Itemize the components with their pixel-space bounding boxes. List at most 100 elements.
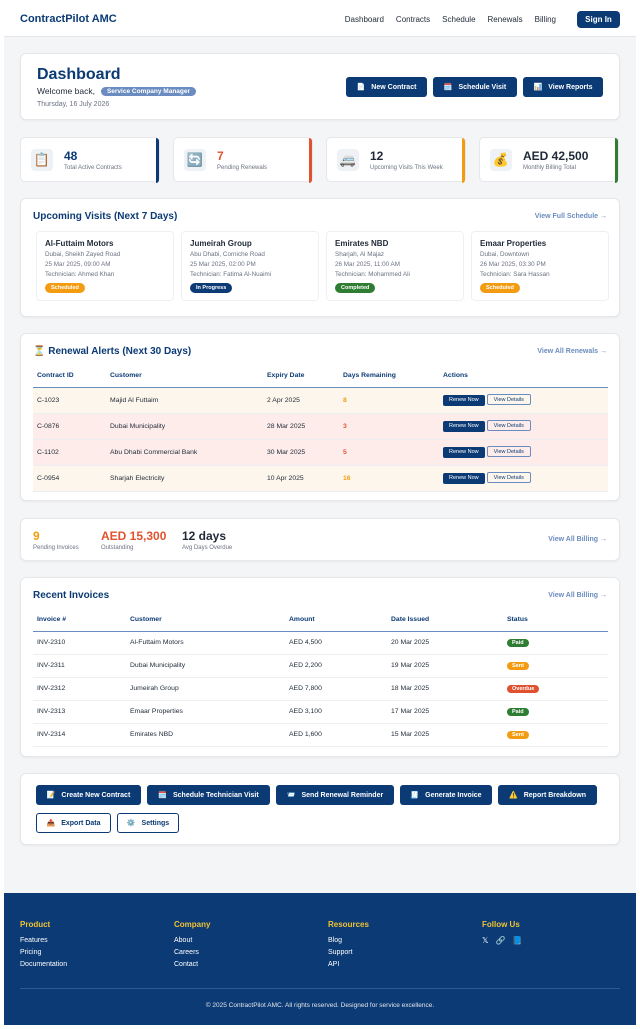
invoice-row[interactable]: INV-2313 Emaar Properties AED 3,100 17 Mar … xyxy=(33,700,608,724)
renew-now-button[interactable]: Renew Now xyxy=(443,473,485,484)
invoice-id: INV-2310 xyxy=(33,631,126,655)
visit-card[interactable]: Jumeirah Group Abu Dhabi, Corniche Road … xyxy=(181,231,319,301)
visit-status-badge: Scheduled xyxy=(45,283,85,293)
visit-time: 25 Mar 2025, 02:00 PM xyxy=(190,261,256,268)
renew-now-button[interactable]: Renew Now xyxy=(443,421,485,432)
footer-link-pricing[interactable]: Pricing xyxy=(20,947,67,959)
date-issued: 18 Mar 2025 xyxy=(387,677,503,701)
footer-link-careers[interactable]: Careers xyxy=(174,947,210,959)
footer-column-product: Product Features Pricing Documentation xyxy=(20,920,67,971)
schedule-visit-label: Schedule Visit xyxy=(458,83,507,91)
schedule-visit-button[interactable]: 🗓️ Schedule Visit xyxy=(433,77,517,97)
status-cell: Paid xyxy=(503,631,608,655)
header-actions: 📄 New Contract 🗓️ Schedule Visit 📊 View … xyxy=(346,77,603,97)
footer-link-contact[interactable]: Contact xyxy=(174,959,210,971)
new-contract-button[interactable]: 📄 New Contract xyxy=(346,77,427,97)
column-header: Actions xyxy=(439,365,608,388)
nav-link-renewals[interactable]: Renewals xyxy=(488,15,523,24)
visit-card[interactable]: Al-Futtaim Motors Dubai, Sheikh Zayed Ro… xyxy=(36,231,174,301)
invoice-row[interactable]: INV-2310 Al-Futtaim Motors AED 4,500 20 Mar… xyxy=(33,631,608,655)
footer-link-documentation[interactable]: Documentation xyxy=(20,959,67,971)
nav-link-billing[interactable]: Billing xyxy=(535,15,556,24)
current-date: Thursday, 16 July 2026 xyxy=(37,101,110,108)
status-cell: Sent xyxy=(503,723,608,747)
stat-accent-bar xyxy=(462,138,465,183)
visit-card[interactable]: Emirates NBD Sharjah, Al Majaz 26 Mar 20… xyxy=(326,231,464,301)
view-all-renewals-link[interactable]: View All Renewals → xyxy=(537,348,607,355)
view-details-button[interactable]: View Details xyxy=(486,472,531,483)
view-details-button[interactable]: View Details xyxy=(486,446,531,457)
row-actions: Renew Now View Details xyxy=(439,413,608,440)
quick-action-label: Export Data xyxy=(61,819,101,827)
footer-link-features[interactable]: Features xyxy=(20,935,67,947)
invoice-row[interactable]: INV-2314 Emirates NBD AED 1,600 15 Mar 2025… xyxy=(33,723,608,747)
quick-action-label: Schedule Technician Visit xyxy=(173,791,259,799)
facebook-icon[interactable]: 📘 xyxy=(512,935,522,947)
view-all-billing-link[interactable]: View All Billing → xyxy=(548,536,607,543)
footer-column-resources: Resources Blog Support API xyxy=(328,920,369,971)
column-header: Amount xyxy=(285,609,387,632)
renew-now-button[interactable]: Renew Now xyxy=(443,395,485,406)
export-data-button[interactable]: 📤 Export Data xyxy=(36,813,111,833)
stat-value: 7 xyxy=(217,149,224,163)
footer-link-api[interactable]: API xyxy=(328,959,369,971)
visit-location: Sharjah, Al Majaz xyxy=(335,251,385,258)
visit-time: 25 Mar 2025, 09:00 AM xyxy=(45,261,111,268)
x-twitter-icon[interactable]: 𝕏 xyxy=(482,935,488,947)
renew-now-button[interactable]: Renew Now xyxy=(443,447,485,458)
status-badge: Sent xyxy=(507,730,529,739)
invoice-amount: AED 1,600 xyxy=(285,723,387,747)
invoice-row[interactable]: INV-2312 Jumeirah Group AED 7,800 18 Mar 20… xyxy=(33,677,608,701)
view-details-button[interactable]: View Details xyxy=(486,394,531,405)
contract-id: C-1023 xyxy=(33,387,106,414)
footer-column-follow-us: Follow Us 𝕏 🔗 📘 xyxy=(482,920,522,947)
nav-link-contracts[interactable]: Contracts xyxy=(396,15,430,24)
footer-link-blog[interactable]: Blog xyxy=(328,935,369,947)
view-all-billing-link[interactable]: View All Billing → xyxy=(548,592,607,599)
expiry-date: 28 Mar 2025 xyxy=(263,413,339,440)
role-badge: Service Company Manager xyxy=(100,86,197,96)
visit-technician: Technician: Sara Hassan xyxy=(480,271,550,278)
table-header-row: Contract ID Customer Expiry Date Days Re… xyxy=(33,365,608,388)
date-issued: 17 Mar 2025 xyxy=(387,700,503,724)
renewal-row: C-1023 Majid Al Futtaim 2 Apr 2025 8 Renew N… xyxy=(33,387,608,414)
visit-card[interactable]: Emaar Properties Dubai, Downtown 26 Mar … xyxy=(471,231,609,301)
footer-link-about[interactable]: About xyxy=(174,935,210,947)
nav-link-dashboard[interactable]: Dashboard xyxy=(345,15,384,24)
receipt-icon: 🧾 xyxy=(410,792,420,799)
sign-in-button[interactable]: Sign In xyxy=(577,11,620,28)
create-new-contract-button[interactable]: 📝 Create New Contract xyxy=(36,785,141,805)
column-header: Status xyxy=(503,609,608,632)
view-details-button[interactable]: View Details xyxy=(486,420,531,431)
schedule-technician-visit-button[interactable]: 🗓️ Schedule Technician Visit xyxy=(147,785,270,805)
link-icon[interactable]: 🔗 xyxy=(495,935,505,947)
footer-column-title: Company xyxy=(174,920,211,929)
status-cell: Sent xyxy=(503,654,608,678)
recent-invoices-card: Recent Invoices View All Billing → Invoi… xyxy=(20,577,620,757)
footer-link-support[interactable]: Support xyxy=(328,947,369,959)
generate-invoice-button[interactable]: 🧾 Generate Invoice xyxy=(400,785,492,805)
visit-status-badge: In Progress xyxy=(190,283,233,293)
days-remaining: 8 xyxy=(339,387,439,414)
visit-location: Dubai, Downtown xyxy=(480,251,530,258)
stat-label: Total Active Contracts xyxy=(64,165,122,171)
report-breakdown-button[interactable]: ⚠️ Report Breakdown xyxy=(498,785,597,805)
brand-logo[interactable]: ContractPilot AMC xyxy=(20,13,117,25)
date-issued: 20 Mar 2025 xyxy=(387,631,503,655)
visit-customer: Jumeirah Group xyxy=(190,239,252,248)
settings-button[interactable]: ⚙️ Settings xyxy=(117,813,179,833)
nav-link-schedule[interactable]: Schedule xyxy=(442,15,475,24)
visit-customer: Emirates NBD xyxy=(335,239,389,248)
send-renewal-reminder-button[interactable]: 📨 Send Renewal Reminder xyxy=(276,785,394,805)
view-full-schedule-link[interactable]: View Full Schedule → xyxy=(535,213,607,220)
outstanding-label: Outstanding xyxy=(101,545,134,551)
table-header-row: Invoice # Customer Amount Date Issued St… xyxy=(33,609,608,632)
quick-action-label: Generate Invoice xyxy=(425,791,482,799)
quick-actions-card xyxy=(20,773,620,845)
outstanding-value: AED 15,300 xyxy=(101,529,167,543)
visit-technician: Technician: Ahmed Khan xyxy=(45,271,115,278)
row-actions: Renew Now View Details xyxy=(439,439,608,466)
footer-column-title: Resources xyxy=(328,920,369,929)
view-reports-button[interactable]: 📊 View Reports xyxy=(523,77,603,97)
invoice-row[interactable]: INV-2311 Dubai Municipality AED 2,200 19 Ma… xyxy=(33,654,608,678)
